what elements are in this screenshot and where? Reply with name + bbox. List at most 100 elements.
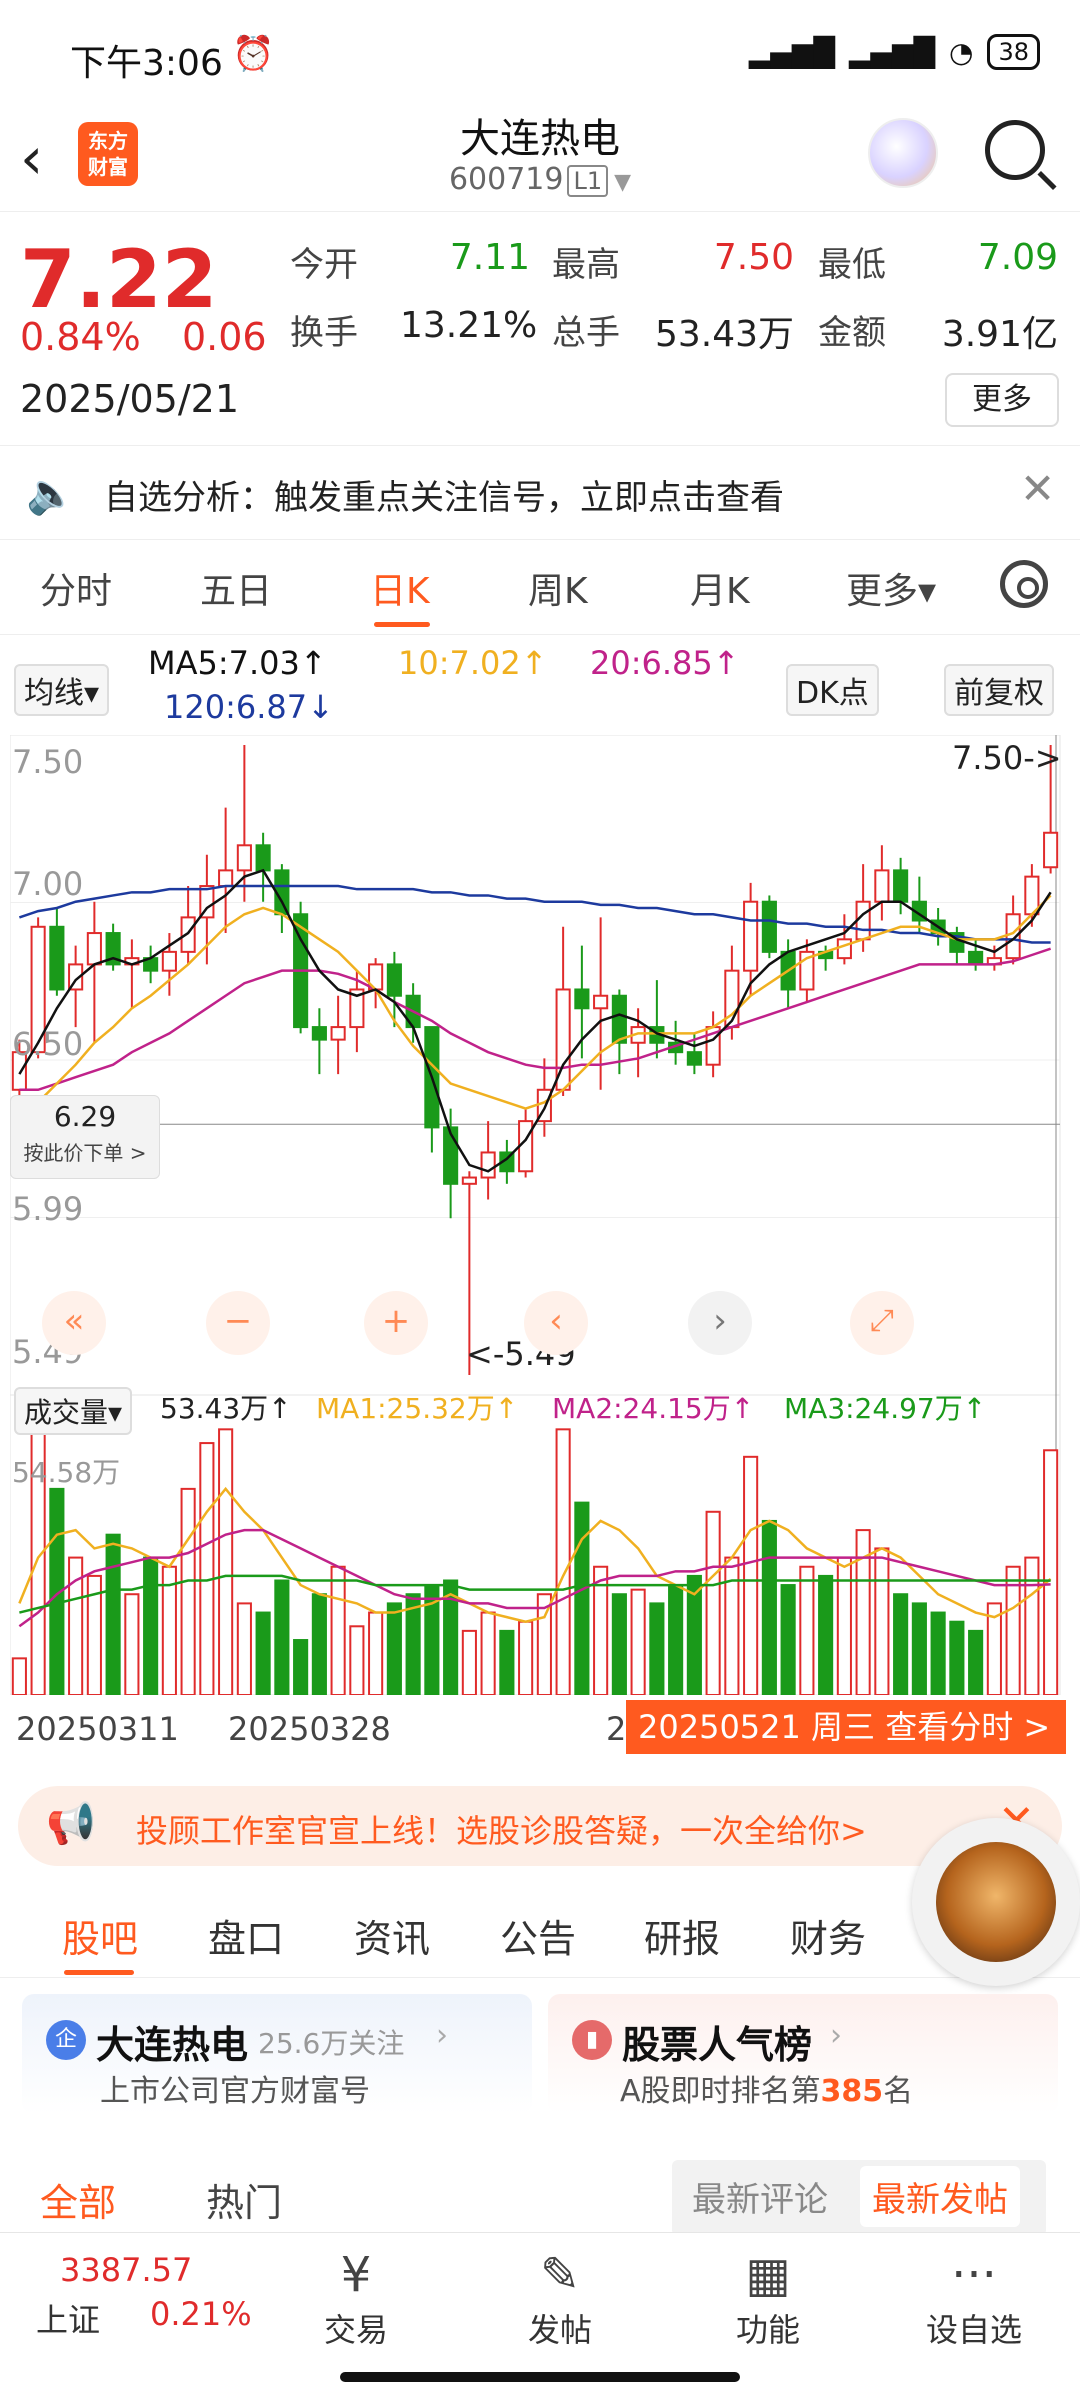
index-value[interactable]: 3387.57: [60, 2251, 192, 2289]
volume-bar: [555, 1428, 571, 1696]
y-label-750: 7.50: [12, 743, 84, 781]
tab-orderbook[interactable]: 盘口: [208, 1908, 284, 1963]
candle-body: [180, 916, 196, 953]
timeline: 20250311 20250328 2 20250521 周三 查看分时 >: [0, 1700, 1080, 1760]
ma-legend: 均线▾ MA5:7.03↑ 10:7.02↑ 20:6.85↑ 120:6.87…: [0, 640, 1080, 730]
y-label-599: 5.99: [12, 1190, 84, 1228]
tab-forum[interactable]: 股吧: [62, 1908, 138, 1963]
volume-bar: [518, 1620, 534, 1696]
ma120-value: 120:6.87↓: [164, 688, 334, 726]
assistant-avatar[interactable]: [868, 118, 938, 188]
ranking-icon: ▮: [572, 2020, 612, 2060]
low-value: 7.09: [977, 237, 1058, 278]
amount-value: 3.91亿: [941, 314, 1058, 355]
candle-body: [593, 994, 609, 1010]
low-label: 最低: [818, 245, 886, 285]
status-bar: 下午3:06 ⏰ ▂▄▆█ ▂▄▆█ ◔ 38: [0, 0, 1080, 110]
k-line-chart[interactable]: 7.50 7.00 6.50 5.99 5.49 7.50-> <-5.49 6…: [9, 734, 1070, 1735]
candle-body: [893, 869, 909, 903]
fullscreen-icon[interactable]: ⤢: [850, 1291, 914, 1355]
notice-text[interactable]: 自选分析：触发重点关注信号，立即点击查看: [104, 470, 784, 519]
quote-more-button[interactable]: 更多: [945, 373, 1059, 427]
view-intraday-button[interactable]: 20250521 周三 查看分时 >: [626, 1700, 1066, 1754]
signal-icon-2: ▂▄▆█: [848, 35, 936, 69]
volume-bar: [143, 1556, 159, 1697]
nav-post[interactable]: ✎ 发帖: [500, 2247, 620, 2351]
turnover-value: 13.21%: [400, 305, 538, 346]
zoom-out-icon[interactable]: −: [206, 1291, 270, 1355]
ma5-line: [18, 868, 1052, 1173]
gear-icon[interactable]: [1000, 560, 1048, 608]
nav-add-watchlist-label: 设自选: [925, 2311, 1022, 2349]
step-left-icon[interactable]: ‹: [524, 1291, 588, 1355]
sort-latest-post[interactable]: 最新发帖: [860, 2166, 1020, 2227]
volume-bar: [11, 1657, 27, 1697]
bottom-nav: 3387.57 上证 0.21% ¥ 交易 ✎ 发帖 ▦ 功能 ··· 设自选: [0, 2232, 1080, 2362]
tab-news[interactable]: 资讯: [354, 1908, 430, 1963]
volume-bar: [499, 1629, 515, 1697]
tab-announcements[interactable]: 公告: [500, 1908, 576, 1963]
tab-weekly-k[interactable]: 周K: [528, 562, 588, 614]
popularity-card[interactable]: ▮ 股票人气榜 › A股即时排名第385名: [548, 1994, 1058, 2114]
company-name: 大连热电: [96, 2023, 249, 2067]
index-change[interactable]: 0.21%: [150, 2295, 252, 2333]
tab-monthly-k[interactable]: 月K: [690, 562, 750, 614]
ma-selector[interactable]: 均线▾: [14, 664, 110, 716]
volume-bar: [255, 1611, 271, 1697]
tab-research[interactable]: 研报: [644, 1908, 720, 1963]
volume-value: 53.43万↑: [160, 1392, 292, 1425]
company-account-card[interactable]: 企 大连热电 25.6万关注 › 上市公司官方财富号: [22, 1994, 532, 2114]
close-icon[interactable]: ✕: [1020, 464, 1055, 513]
candle-body: [236, 844, 252, 872]
adjust-button[interactable]: 前复权: [944, 664, 1054, 716]
high-label: 最高: [552, 245, 620, 285]
volume-bar: [293, 1639, 309, 1696]
feed-tab-hot[interactable]: 热门: [206, 2172, 282, 2227]
volume-bar: [743, 1455, 759, 1696]
current-price: 7.22: [20, 233, 218, 326]
volume-bar: [780, 1584, 796, 1697]
crosshair-price-box[interactable]: 6.29 按此价下单 >: [10, 1095, 160, 1179]
k-line-svg[interactable]: [9, 734, 1070, 1697]
step-right-icon[interactable]: ›: [688, 1291, 752, 1355]
status-time: 下午3:06: [70, 43, 223, 84]
nav-trade[interactable]: ¥ 交易: [296, 2247, 416, 2351]
tab-daily-k[interactable]: 日K: [370, 562, 430, 614]
search-icon[interactable]: [985, 120, 1045, 180]
rank-suffix: 名: [883, 2074, 914, 2109]
notice-bar[interactable]: 🔈 自选分析：触发重点关注信号，立即点击查看 ✕: [0, 445, 1080, 540]
tab-five-day[interactable]: 五日: [200, 562, 272, 614]
vol-ma2: MA2:24.15万↑: [552, 1392, 755, 1425]
index-name[interactable]: 上证: [36, 2295, 100, 2341]
high-value: 7.50: [713, 237, 794, 278]
candle-body: [86, 932, 102, 966]
nav-add-watchlist[interactable]: ··· 设自选: [914, 2247, 1034, 2351]
ad-banner[interactable]: 📢 投顾工作室官宣上线！选股诊股答疑，一次全给你> ✕: [18, 1786, 1062, 1866]
chevron-right-icon: ›: [436, 2018, 448, 2053]
floating-live-avatar[interactable]: [912, 1818, 1080, 1986]
vol-ma3: MA3:24.97万↑: [784, 1392, 987, 1425]
feed-filter: 全部 热门 最新评论 最新发帖: [0, 2160, 1080, 2240]
volume-bar: [818, 1574, 834, 1696]
home-indicator[interactable]: [340, 2372, 740, 2382]
volume-selector[interactable]: 成交量▾: [14, 1387, 133, 1435]
edit-icon: ✎: [539, 2247, 581, 2303]
feed-tab-all[interactable]: 全部: [40, 2172, 116, 2227]
volume-bar: [368, 1611, 384, 1697]
order-at-price-link[interactable]: 按此价下单 >: [11, 1137, 159, 1166]
tab-intraday[interactable]: 分时: [40, 562, 112, 614]
sort-latest-comment[interactable]: 最新评论: [692, 2172, 828, 2221]
dk-point-button[interactable]: DK点: [786, 664, 879, 716]
scroll-left-icon[interactable]: «: [42, 1291, 106, 1355]
active-tab-indicator: [374, 622, 430, 627]
more-dots-icon: ···: [951, 2247, 997, 2303]
candle-body: [161, 950, 177, 972]
nav-functions[interactable]: ▦ 功能: [708, 2247, 828, 2351]
tab-more[interactable]: 更多▾: [846, 562, 936, 614]
zoom-in-icon[interactable]: +: [364, 1291, 428, 1355]
tab-financials[interactable]: 财务: [790, 1908, 866, 1963]
sort-toggle: 最新评论 最新发帖: [672, 2160, 1046, 2236]
rank-number: 385: [820, 2074, 884, 2109]
megaphone-icon: 📢: [46, 1801, 96, 1847]
ad-text[interactable]: 投顾工作室官宣上线！选股诊股答疑，一次全给你>: [136, 1806, 867, 1852]
